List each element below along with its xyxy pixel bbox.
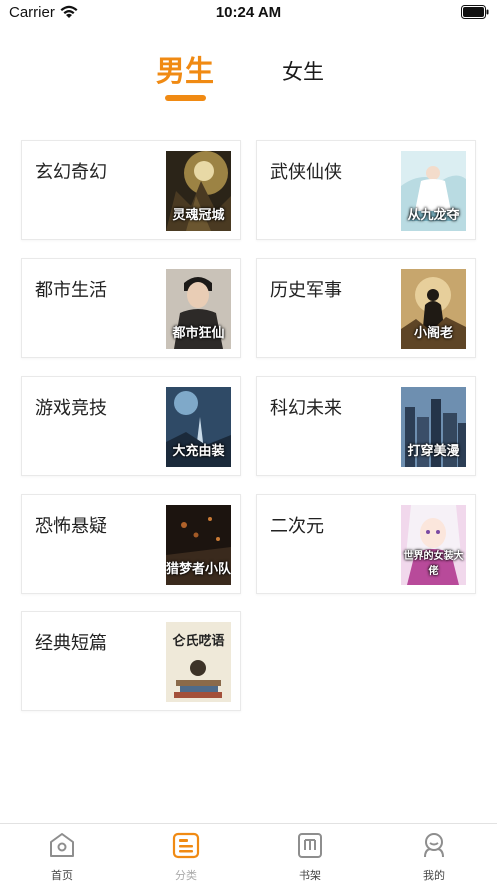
book-cover: 打穿美漫: [401, 387, 466, 467]
cover-title: 大充由装: [172, 444, 225, 459]
active-tab-indicator: [165, 95, 206, 101]
category-card-xuanhuan[interactable]: 玄幻奇幻 灵魂冠城: [21, 140, 241, 240]
tabbar-label: 我的: [423, 869, 445, 882]
book-cover: 大充由装: [166, 387, 231, 467]
tabbar-item-bookshelf[interactable]: 书架: [248, 824, 372, 884]
tab-male[interactable]: 男生: [156, 48, 214, 90]
category-card-jingdian[interactable]: 经典短篇 仑氏呓语: [21, 611, 241, 711]
category-label: 武侠仙侠: [270, 162, 342, 183]
tabbar-item-home[interactable]: 首页: [0, 824, 124, 884]
book-cover: 小阁老: [401, 269, 466, 349]
category-label: 都市生活: [35, 280, 107, 301]
category-card-erciyuan[interactable]: 二次元 世界的女装大佬: [256, 494, 476, 594]
cover-title: 猎梦者小队: [166, 562, 231, 577]
book-cover: 都市狂仙: [166, 269, 231, 349]
book-cover: 仑氏呓语: [166, 622, 231, 702]
cover-title: 小阁老: [413, 326, 453, 341]
category-label: 游戏竞技: [35, 398, 107, 419]
category-label: 科幻未来: [270, 398, 342, 419]
category-card-youxi[interactable]: 游戏竞技 大充由装: [21, 376, 241, 476]
category-label: 历史军事: [270, 280, 342, 301]
cover-title: 从九龙夺: [407, 208, 460, 223]
category-label: 经典短篇: [35, 633, 107, 654]
status-bar: Carrier 10:24 AM: [0, 0, 497, 28]
tabbar-label: 书架: [299, 869, 321, 882]
book-cover: 世界的女装大佬: [401, 505, 466, 585]
battery-icon: [461, 5, 489, 19]
profile-icon: [424, 833, 444, 858]
category-label: 二次元: [270, 516, 324, 537]
category-card-dushi[interactable]: 都市生活 都市狂仙: [21, 258, 241, 358]
tab-female[interactable]: 女生: [282, 56, 324, 86]
cover-title: 世界的女装大佬: [403, 551, 464, 577]
tabbar-label: 首页: [51, 869, 73, 882]
home-icon: [50, 833, 74, 857]
category-card-kehuan[interactable]: 科幻未来 打穿美漫: [256, 376, 476, 476]
tabbar-item-profile[interactable]: 我的: [372, 824, 496, 884]
bookshelf-icon: [298, 833, 322, 858]
cover-title: 仑氏呓语: [172, 634, 225, 649]
clock: 10:24 AM: [215, 4, 282, 21]
cover-title: 都市狂仙: [172, 326, 225, 341]
tabbar-item-category[interactable]: 分类: [124, 824, 248, 884]
book-cover: 猎梦者小队: [166, 505, 231, 585]
category-card-lishi[interactable]: 历史军事 小阁老: [256, 258, 476, 358]
cover-title: 打穿美漫: [407, 444, 460, 459]
tabbar-label: 分类: [175, 869, 197, 882]
category-icon: [172, 832, 200, 859]
book-cover: 从九龙夺: [401, 151, 466, 231]
category-label: 玄幻奇幻: [35, 162, 107, 183]
category-label: 恐怖悬疑: [35, 516, 107, 537]
category-card-kongbu[interactable]: 恐怖悬疑 猎梦者小队: [21, 494, 241, 594]
book-cover: 灵魂冠城: [166, 151, 231, 231]
category-card-wuxia[interactable]: 武侠仙侠 从九龙夺: [256, 140, 476, 240]
bottom-tab-bar: 首页 分类 书架 我的: [0, 823, 497, 884]
cover-title: 灵魂冠城: [172, 208, 225, 223]
